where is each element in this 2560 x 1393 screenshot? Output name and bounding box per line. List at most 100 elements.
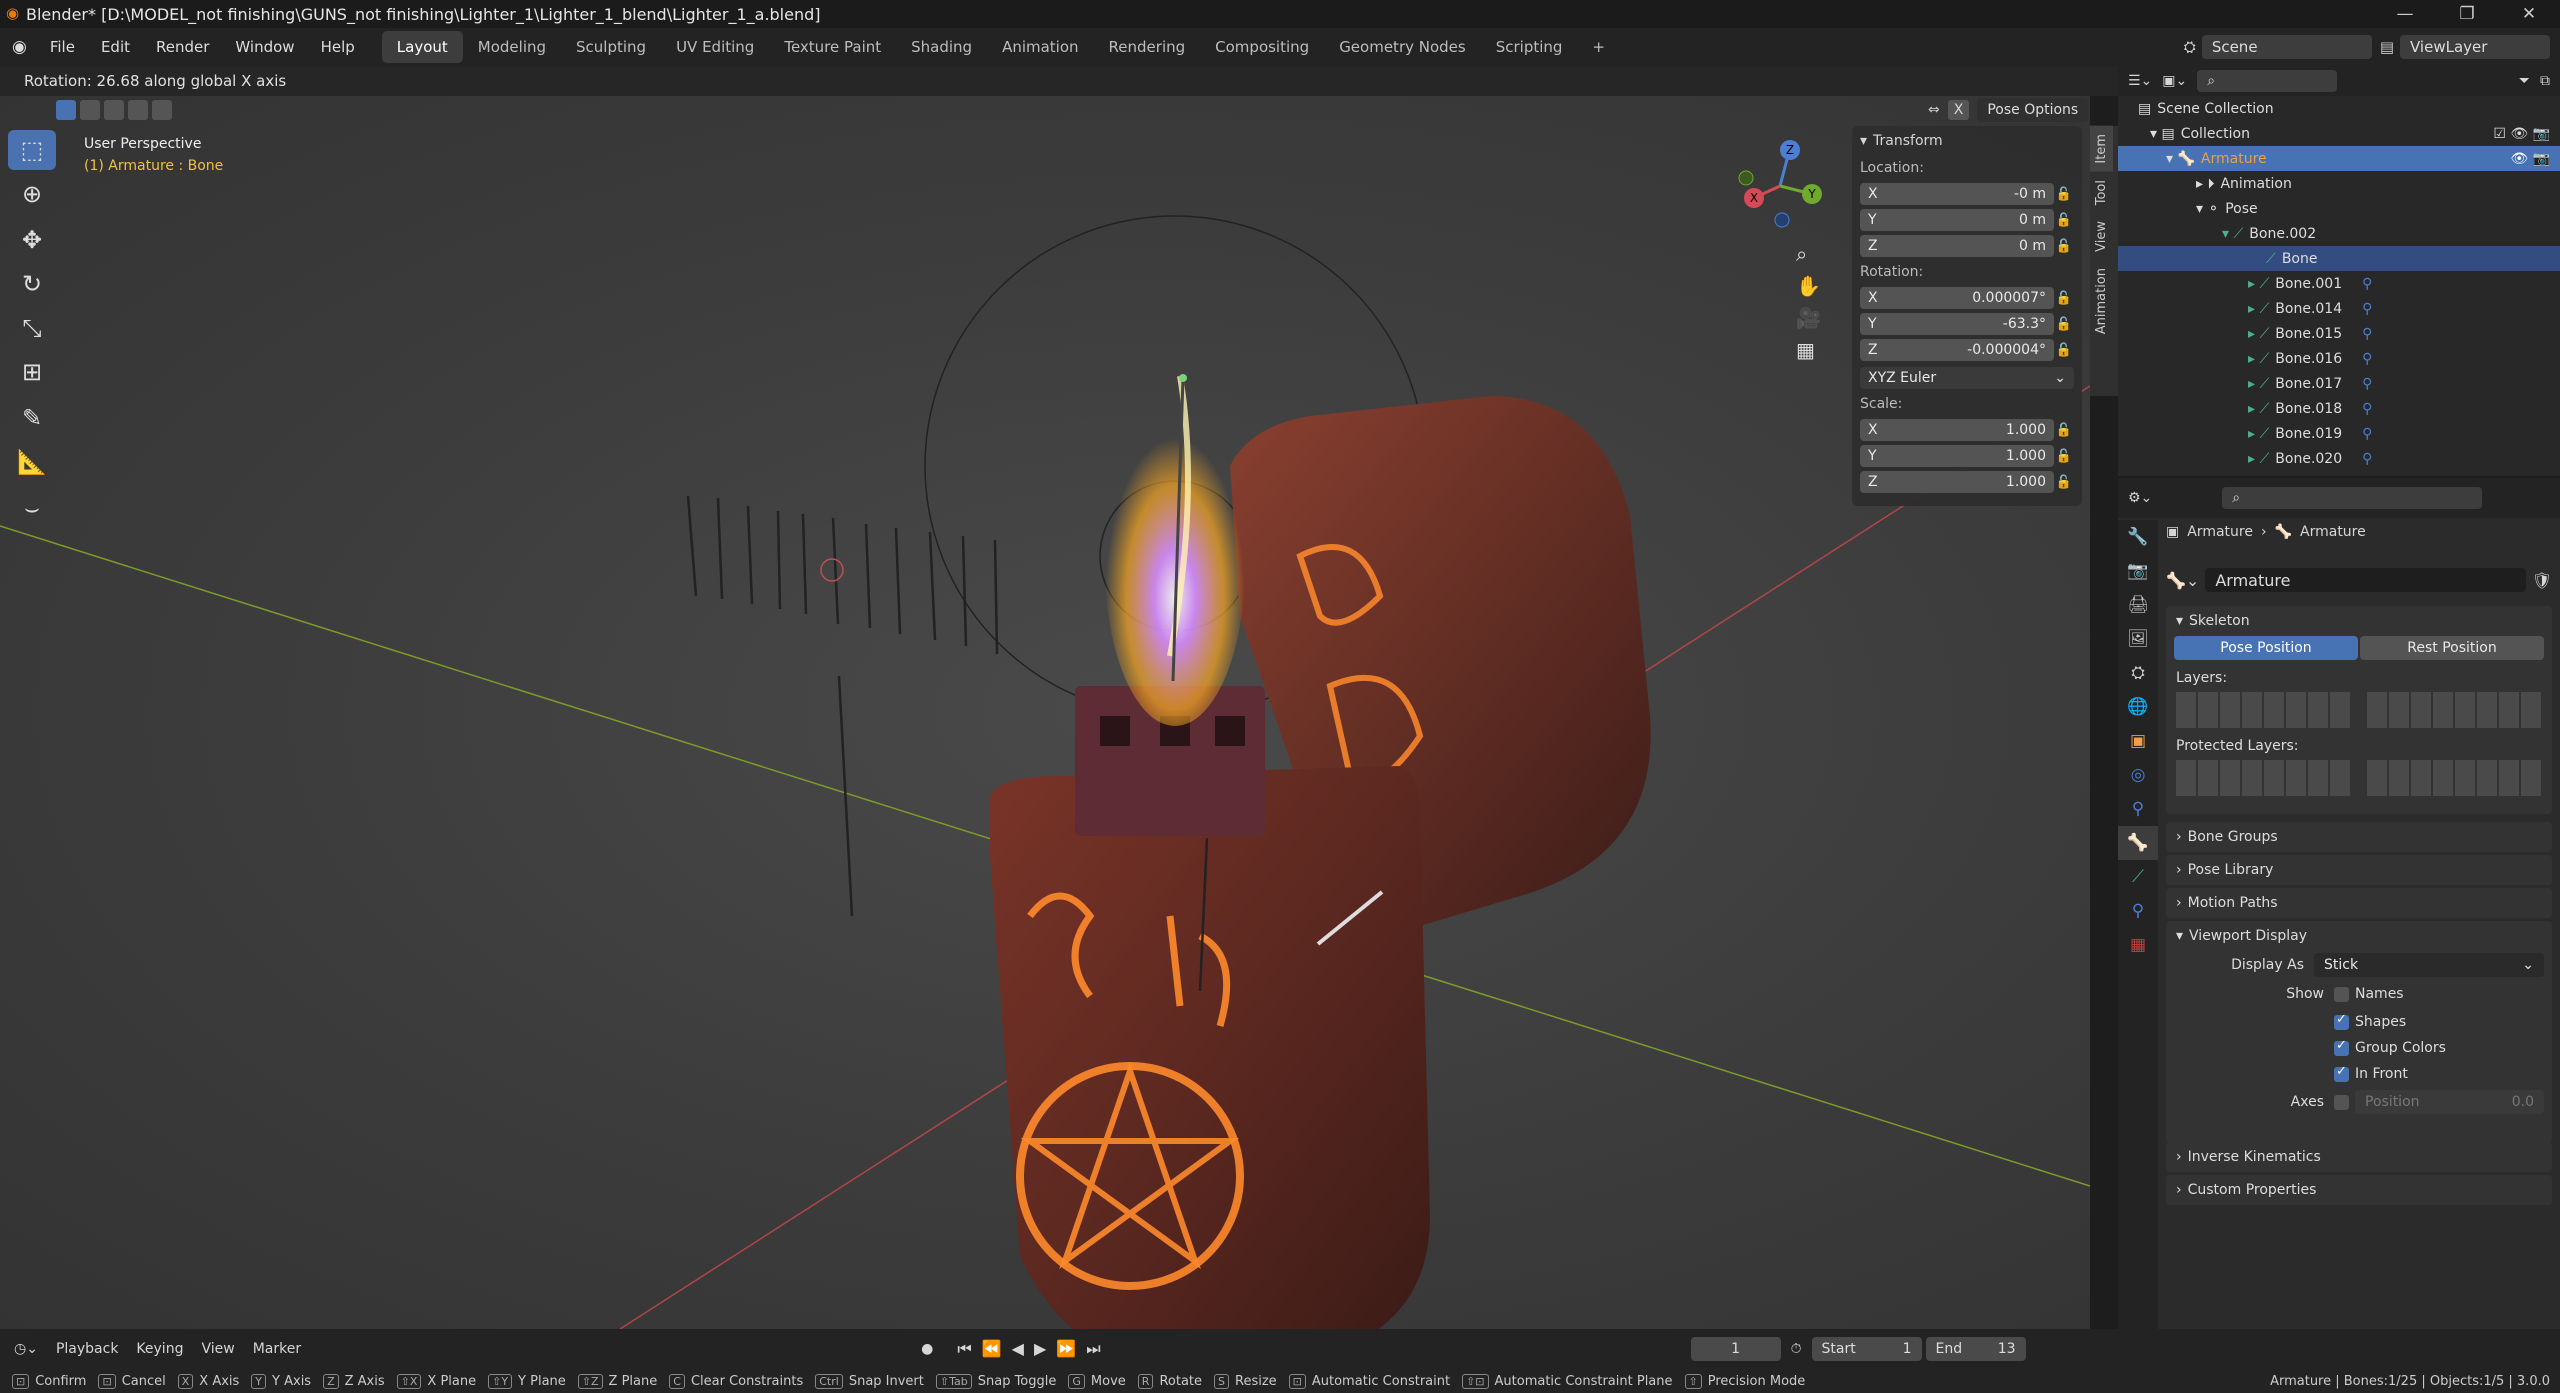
- maximize-button[interactable]: ❐: [2436, 4, 2498, 24]
- tab-animation-side[interactable]: Animation: [2090, 260, 2113, 342]
- add-workspace-button[interactable]: +: [1577, 31, 1620, 63]
- outliner-row-armature[interactable]: ▾ 🦴 Armature 👁 📷: [2118, 146, 2560, 171]
- annotate-icon[interactable]: ✎: [8, 398, 56, 438]
- constraints-tab-icon[interactable]: ⚲: [2118, 792, 2158, 826]
- names-checkbox[interactable]: [2334, 986, 2349, 1002]
- 3d-viewport[interactable]: ⬚ ⊕ ✥ ↻ ⤡ ⊞ ✎ 📐 ⌣ User Perspective (1) A…: [0, 96, 2090, 1329]
- tab-texture-paint[interactable]: Texture Paint: [769, 31, 896, 63]
- playback-menu[interactable]: Playback: [56, 1341, 118, 1357]
- outliner-row-animation[interactable]: ▸ ⏵ Animation: [2118, 171, 2560, 196]
- group-colors-checkbox[interactable]: [2334, 1038, 2349, 1056]
- select-box-icon[interactable]: ⬚: [8, 130, 56, 170]
- minimize-button[interactable]: —: [2374, 4, 2436, 24]
- menu-edit[interactable]: Edit: [88, 38, 143, 56]
- jump-end-icon[interactable]: ⏭: [1086, 1339, 1100, 1359]
- zoom-icon[interactable]: ⌕: [1796, 242, 1821, 266]
- timeline-editor-icon[interactable]: ◷⌄: [14, 1341, 38, 1357]
- scene-tab-icon[interactable]: ⛭: [2118, 656, 2158, 690]
- location-x-field[interactable]: X -0 m: [1860, 183, 2054, 205]
- editor-type-icon[interactable]: ☰⌄: [2128, 73, 2152, 89]
- props-editor-type-icon[interactable]: ⚙⌄: [2128, 490, 2152, 506]
- rotation-x-field[interactable]: X 0.000007°: [1860, 287, 2054, 309]
- move-icon[interactable]: ✥: [8, 220, 56, 260]
- navigation-gizmo[interactable]: Z Y X: [1732, 138, 1828, 234]
- tab-geometry-nodes[interactable]: Geometry Nodes: [1324, 31, 1481, 63]
- fake-user-icon[interactable]: 🛡: [2532, 571, 2552, 590]
- current-frame-field[interactable]: 1: [1690, 1337, 1781, 1361]
- location-y-field[interactable]: Y0 m: [1860, 209, 2054, 231]
- outliner-search-input[interactable]: ⌕: [2197, 70, 2338, 92]
- tab-compositing[interactable]: Compositing: [1200, 31, 1324, 63]
- armature-data-tab-icon[interactable]: 🦴: [2118, 826, 2158, 860]
- menu-file[interactable]: File: [37, 38, 88, 56]
- armature-data-icon[interactable]: 🦴⌄: [2166, 571, 2199, 590]
- armature-name-field[interactable]: Armature: [2205, 568, 2526, 592]
- motion-paths-panel[interactable]: › Motion Paths: [2166, 888, 2552, 918]
- pose-position-button[interactable]: Pose Position: [2174, 636, 2358, 660]
- next-keyframe-icon[interactable]: ⏩: [1056, 1339, 1076, 1359]
- lock-icon[interactable]: 🔓: [2054, 213, 2074, 228]
- end-frame-field[interactable]: End 13: [1925, 1337, 2026, 1361]
- custom-properties-panel[interactable]: › Custom Properties: [2166, 1175, 2552, 1205]
- axes-position-field[interactable]: Position 0.0: [2355, 1090, 2544, 1114]
- tool-tab-icon[interactable]: 🔧: [2118, 520, 2158, 554]
- tab-shading[interactable]: Shading: [896, 31, 987, 63]
- outliner-row-bone-015[interactable]: ▸ ⟋ Bone.015 ⚲: [2118, 321, 2560, 346]
- viewport-display-header[interactable]: ▾ Viewport Display: [2166, 921, 2552, 951]
- scale-y-field[interactable]: Y 1.000: [1860, 445, 2054, 467]
- select-new-icon[interactable]: [56, 100, 76, 120]
- cursor-icon[interactable]: ⊕: [8, 174, 56, 214]
- select-intersect-icon[interactable]: [152, 100, 172, 120]
- output-tab-icon[interactable]: 🖨: [2118, 588, 2158, 622]
- in-front-checkbox[interactable]: [2334, 1064, 2349, 1082]
- menu-help[interactable]: Help: [308, 38, 368, 56]
- tab-layout[interactable]: Layout: [381, 31, 463, 63]
- display-mode-icon[interactable]: ▣⌄: [2162, 73, 2187, 89]
- record-icon[interactable]: ●: [921, 1341, 933, 1357]
- x-mirror-toggle[interactable]: X: [1947, 100, 1970, 120]
- outliner-row-bone-020[interactable]: ▸ ⟋ Bone.020 ⚲: [2118, 446, 2560, 471]
- rest-position-button[interactable]: Rest Position: [2360, 636, 2544, 660]
- select-subtract-icon[interactable]: [104, 100, 124, 120]
- physics-tab-icon[interactable]: ◎: [2118, 758, 2158, 792]
- rotation-mode-dropdown[interactable]: XYZ Euler ⌄: [1860, 367, 2074, 389]
- shapes-checkbox[interactable]: [2334, 1012, 2349, 1030]
- preview-range-icon[interactable]: ⏱: [1791, 1341, 1802, 1357]
- lock-icon[interactable]: 🔓: [2054, 449, 2074, 464]
- view-menu[interactable]: View: [201, 1341, 234, 1357]
- tab-tool[interactable]: Tool: [2090, 172, 2113, 213]
- view-layer-selector[interactable]: ViewLayer: [2400, 35, 2550, 59]
- pose-library-panel[interactable]: › Pose Library: [2166, 855, 2552, 885]
- mirror-icon[interactable]: ⇔: [1928, 102, 1940, 118]
- tab-rendering[interactable]: Rendering: [1094, 31, 1201, 63]
- tab-uv-editing[interactable]: UV Editing: [661, 31, 769, 63]
- select-invert-icon[interactable]: [128, 100, 148, 120]
- object-tab-icon[interactable]: ▣: [2118, 724, 2158, 758]
- outliner-row-collection[interactable]: ▾ ▤ Collection ☑ 👁 📷: [2118, 121, 2560, 146]
- texture-tab-icon[interactable]: ▦: [2118, 928, 2158, 962]
- pose-options-dropdown[interactable]: Pose Options: [1977, 98, 2089, 122]
- keying-menu[interactable]: Keying: [136, 1341, 183, 1357]
- menu-window[interactable]: Window: [222, 38, 307, 56]
- tab-scripting[interactable]: Scripting: [1481, 31, 1578, 63]
- rotation-z-field[interactable]: Z -0.000004°: [1860, 339, 2054, 361]
- location-z-field[interactable]: Z0 m: [1860, 235, 2054, 257]
- menu-render[interactable]: Render: [143, 38, 222, 56]
- camera-icon[interactable]: 🎥: [1796, 306, 1821, 330]
- bone-size-icon[interactable]: ⌣: [8, 488, 56, 528]
- marker-menu[interactable]: Marker: [253, 1341, 301, 1357]
- outliner-row-bone-016[interactable]: ▸ ⟋ Bone.016 ⚲: [2118, 346, 2560, 371]
- lock-icon[interactable]: 🔓: [2054, 187, 2074, 202]
- new-collection-icon[interactable]: ⧉: [2540, 73, 2550, 89]
- scale-z-field[interactable]: Z 1.000: [1860, 471, 2054, 493]
- scale-x-field[interactable]: X 1.000: [1860, 419, 2054, 441]
- properties-search-input[interactable]: ⌕: [2222, 487, 2483, 509]
- tab-animation[interactable]: Animation: [987, 31, 1093, 63]
- view-layer-tab-icon[interactable]: 🖼: [2118, 622, 2158, 656]
- start-frame-field[interactable]: Start 1: [1811, 1337, 1922, 1361]
- inverse-kinematics-panel[interactable]: › Inverse Kinematics: [2166, 1142, 2552, 1172]
- rotate-icon[interactable]: ↻: [8, 264, 56, 304]
- axes-checkbox[interactable]: [2334, 1094, 2349, 1110]
- tab-modeling[interactable]: Modeling: [463, 31, 561, 63]
- select-extend-icon[interactable]: [80, 100, 100, 120]
